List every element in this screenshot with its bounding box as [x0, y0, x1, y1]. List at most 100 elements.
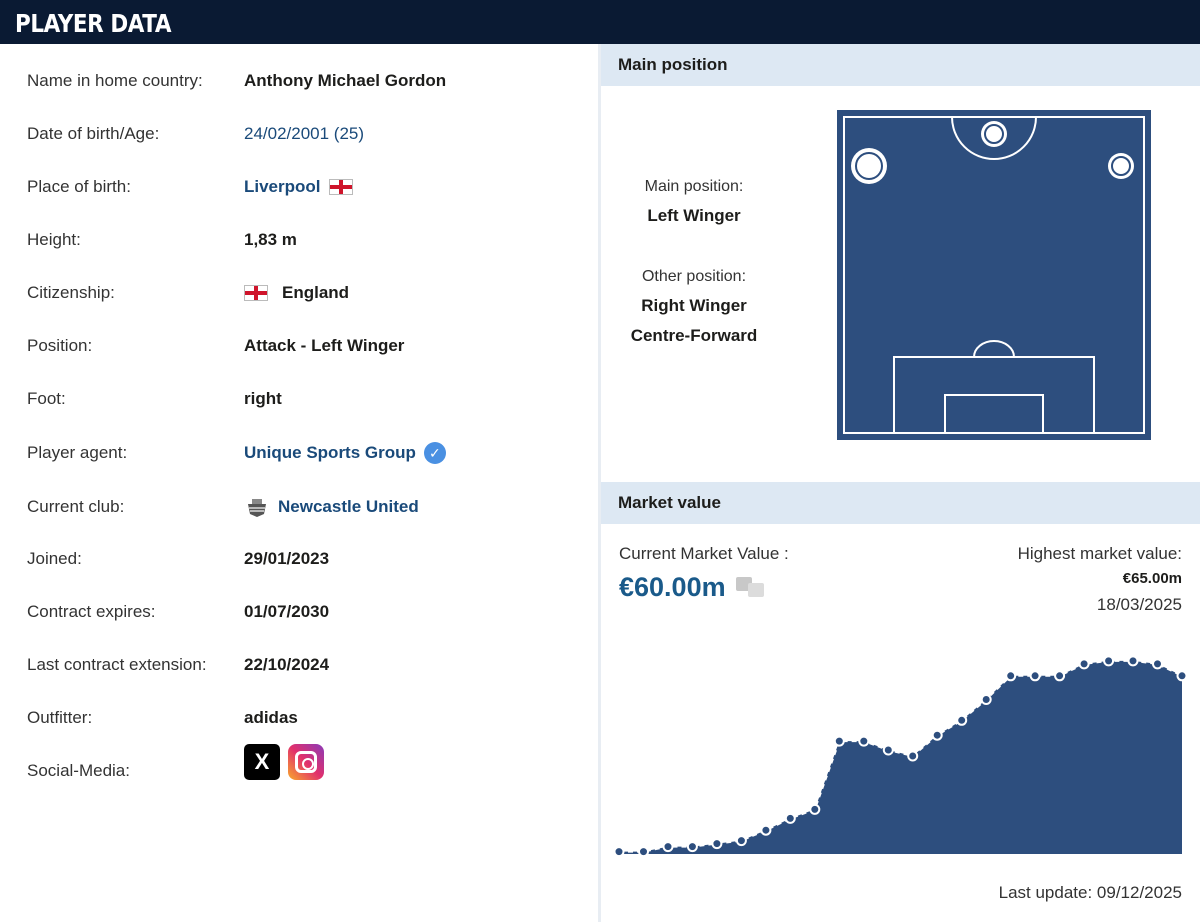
market-value-point[interactable]: [1078, 658, 1090, 670]
position-value: Attack - Left Winger: [244, 336, 405, 355]
market-value-point[interactable]: [638, 846, 649, 858]
other-position-value: Right Winger: [641, 296, 747, 315]
market-value-point[interactable]: [931, 729, 943, 741]
row-joined: Joined: 29/01/2023: [27, 544, 587, 574]
right-panel: Main position Main position: Left Winger…: [601, 44, 1200, 922]
market-value-point[interactable]: [613, 846, 625, 858]
highest-value-label: Highest market value:: [1017, 544, 1182, 563]
row-label: Place of birth:: [27, 177, 131, 196]
dob-link[interactable]: 24/02/2001 (25): [244, 124, 364, 144]
row-birthplace: Place of birth: Liverpool: [27, 172, 587, 202]
market-value-point[interactable]: [686, 841, 698, 853]
row-position: Position: Attack - Left Winger: [27, 331, 587, 361]
other-position-value: Centre-Forward: [630, 326, 758, 345]
market-value-point[interactable]: [1103, 655, 1115, 667]
row-label: Foot:: [27, 389, 66, 408]
current-value-label: Current Market Value :: [619, 544, 789, 563]
market-value-point[interactable]: [1005, 670, 1017, 682]
row-foot: Foot: right: [27, 384, 587, 414]
height-value: 1,83 m: [244, 230, 297, 249]
market-value-point[interactable]: [1127, 655, 1139, 667]
market-value-point[interactable]: [833, 735, 845, 747]
outfitter-value: adidas: [244, 708, 298, 727]
market-value-header: Market value: [601, 482, 1200, 524]
extension-value: 22/10/2024: [244, 655, 330, 674]
market-value-area: [619, 660, 1182, 854]
other-position-label: Other position:: [641, 268, 747, 285]
market-value-point[interactable]: [907, 750, 919, 762]
row-label: Last contract extension:: [27, 655, 207, 674]
row-label: Name in home country:: [27, 71, 203, 90]
market-value-point[interactable]: [980, 694, 992, 705]
row-label: Outfitter:: [27, 708, 93, 727]
current-value: €60.00m: [619, 572, 726, 602]
birthplace-value: Liverpool: [244, 177, 353, 197]
market-value-point[interactable]: [956, 714, 968, 726]
market-value-heading: Market value: [618, 493, 721, 512]
row-social: Social-Media: X: [27, 744, 587, 786]
row-club: Current club: Newcastle United: [27, 492, 587, 522]
main-position-marker: [851, 148, 887, 184]
row-outfitter: Outfitter: adidas: [27, 703, 587, 733]
page-title: PLAYER DATA: [15, 9, 172, 38]
citizenship-value: England: [244, 283, 349, 303]
row-contract: Contract expires: 01/07/2030: [27, 597, 587, 627]
market-value-point[interactable]: [1029, 670, 1041, 682]
row-label: Date of birth/Age:: [27, 124, 160, 143]
current-value-block: €60.00m: [619, 572, 770, 603]
club-value: Newcastle United: [244, 495, 419, 519]
compare-icon[interactable]: [735, 576, 770, 599]
row-dob: Date of birth/Age: 24/02/2001 (25): [27, 119, 587, 149]
main-position-header: Main position: [601, 44, 1200, 86]
verified-check-icon: ✓: [423, 442, 446, 464]
market-value-point[interactable]: [735, 835, 747, 847]
position-pitch: [837, 110, 1151, 440]
highest-value: €65.00m: [1122, 570, 1182, 587]
page-header: PLAYER DATA: [0, 0, 1200, 44]
main-position-label: Main position:: [644, 178, 744, 195]
market-value-point[interactable]: [784, 812, 796, 824]
row-citizenship: Citizenship: England: [27, 278, 587, 308]
joined-value: 29/01/2023: [244, 549, 330, 568]
market-value-point[interactable]: [1054, 670, 1066, 682]
row-height: Height: 1,83 m: [27, 225, 587, 255]
other-position-info: Other position: Right Winger Centre-Forw…: [594, 268, 794, 346]
x-twitter-icon[interactable]: X: [244, 744, 280, 780]
market-value-point[interactable]: [662, 841, 674, 853]
row-label: Social-Media:: [27, 761, 130, 780]
birthplace-link[interactable]: Liverpool: [244, 177, 321, 197]
club-crest-icon: [244, 495, 270, 519]
main-position-value: Left Winger: [647, 206, 741, 225]
row-label: Current club:: [27, 497, 125, 516]
highest-value-date: 18/03/2025: [1096, 595, 1182, 614]
row-agent: Player agent: Unique Sports Group ✓: [27, 438, 587, 468]
row-extension: Last contract extension: 22/10/2024: [27, 650, 587, 680]
england-flag-icon: [328, 179, 353, 195]
market-value-point[interactable]: [711, 838, 723, 850]
market-value-point[interactable]: [1176, 670, 1188, 682]
club-link[interactable]: Newcastle United: [278, 497, 419, 517]
row-label: Citizenship:: [27, 283, 115, 302]
row-label: Contract expires:: [27, 602, 156, 621]
other-position-marker: [981, 121, 1007, 147]
row-label: Joined:: [27, 549, 82, 568]
main-position-info: Main position: Left Winger: [594, 178, 794, 226]
market-value-point[interactable]: [882, 744, 894, 756]
market-value-point[interactable]: [760, 824, 772, 836]
row-name: Name in home country: Anthony Michael Go…: [27, 66, 587, 96]
name-value: Anthony Michael Gordon: [244, 71, 447, 90]
row-label: Height:: [27, 230, 81, 249]
market-value-point[interactable]: [809, 803, 821, 815]
citizenship-text: England: [282, 283, 350, 302]
market-value-point[interactable]: [1152, 658, 1163, 670]
market-value-point[interactable]: [858, 735, 870, 747]
foot-value: right: [244, 389, 282, 408]
instagram-icon[interactable]: [288, 744, 324, 780]
row-label: Player agent:: [27, 443, 128, 462]
other-position-marker: [1108, 153, 1134, 179]
main-position-heading: Main position: [618, 55, 728, 74]
market-value-chart[interactable]: [601, 644, 1200, 874]
player-data-panel: Name in home country: Anthony Michael Go…: [0, 44, 598, 922]
agent-link[interactable]: Unique Sports Group: [244, 443, 416, 463]
contract-value: 01/07/2030: [244, 602, 330, 621]
